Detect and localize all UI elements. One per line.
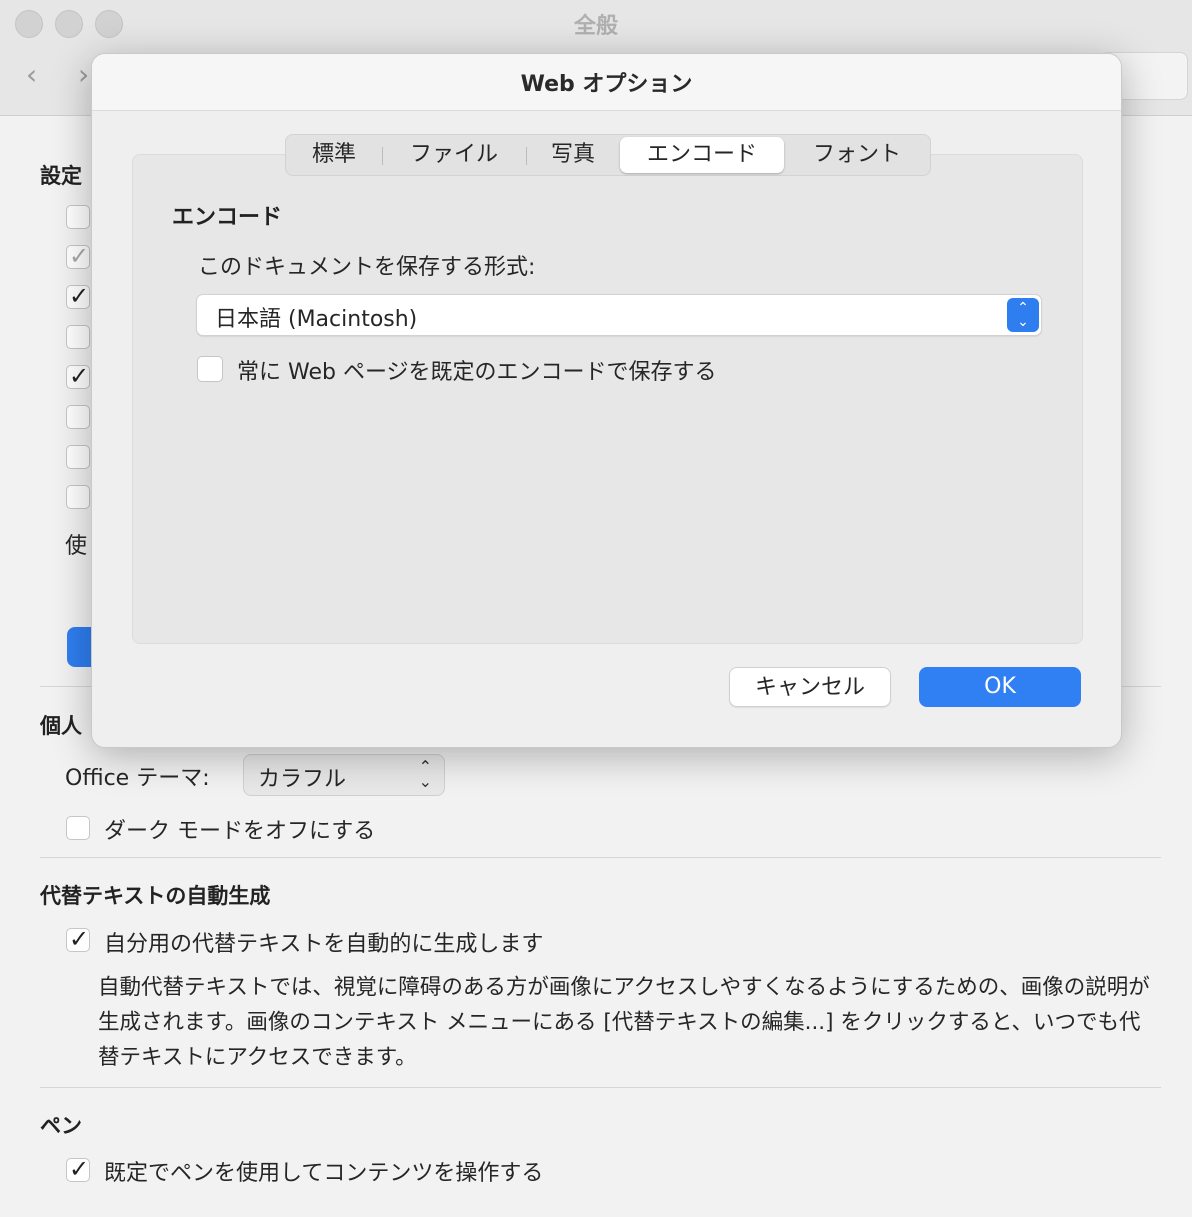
tab-font[interactable]: フォント — [786, 137, 928, 173]
settings-checkbox-1[interactable] — [66, 205, 90, 229]
settings-checkbox-7[interactable] — [66, 445, 90, 469]
dialog-titlebar: Web オプション — [92, 54, 1121, 111]
settings-checkbox-6[interactable] — [66, 405, 90, 429]
tab-photo[interactable]: 写真 — [528, 137, 618, 173]
tab-standard[interactable]: 標準 — [288, 137, 380, 173]
settings-heading: 設定 — [40, 164, 82, 188]
dialog-title: Web オプション — [520, 72, 693, 97]
tab-encoding[interactable]: エンコード — [620, 137, 784, 173]
tab-separator — [526, 147, 527, 165]
pen-checkbox[interactable] — [66, 1155, 90, 1183]
pen-heading: ペン — [40, 1114, 82, 1138]
use-label-partial: 使 — [65, 534, 88, 559]
settings-checkbox-2[interactable] — [66, 242, 90, 270]
tab-separator — [382, 147, 383, 165]
window-title: 全般 — [573, 14, 618, 39]
always-default-encoding-label: 常に Web ページを既定のエンコードで保存する — [237, 360, 717, 385]
encoding-select[interactable]: 日本語 (Macintosh) ⌃ ⌄ — [196, 294, 1042, 336]
tab-file[interactable]: ファイル — [384, 137, 524, 173]
dark-mode-checkbox[interactable] — [66, 816, 90, 840]
pen-checkbox-label: 既定でペンを使用してコンテンツを操作する — [104, 1161, 544, 1186]
cancel-button[interactable]: キャンセル — [729, 667, 891, 707]
save-format-label: このドキュメントを保存する形式: — [198, 255, 536, 280]
settings-checkbox-5[interactable] — [66, 362, 90, 390]
alt-text-heading: 代替テキストの自動生成 — [40, 884, 271, 908]
back-button[interactable]: ‹ — [26, 58, 37, 91]
settings-checkbox-4[interactable] — [66, 325, 90, 349]
office-theme-label: Office テーマ: — [65, 766, 210, 791]
dark-mode-label: ダーク モードをオフにする — [104, 819, 376, 844]
web-options-dialog: Web オプション 標準 ファイル 写真 エンコード フォント エンコード この… — [91, 53, 1122, 748]
settings-checkbox-8[interactable] — [66, 485, 90, 509]
divider — [40, 857, 1161, 858]
alt-text-checkbox[interactable] — [66, 925, 90, 953]
alt-text-checkbox-label: 自分用の代替テキストを自動的に生成します — [104, 932, 544, 957]
settings-checkbox-3[interactable] — [66, 282, 90, 310]
always-default-encoding-checkbox[interactable] — [197, 356, 223, 382]
ok-button[interactable]: OK — [919, 667, 1081, 707]
office-theme-select[interactable]: カラフル ⌃ ⌄ — [243, 754, 445, 796]
personal-heading: 個人 — [40, 714, 82, 738]
chevron-updown-icon: ⌃ ⌄ — [418, 757, 432, 791]
forward-button[interactable]: › — [78, 58, 89, 91]
divider — [40, 1087, 1161, 1088]
encoding-value: 日本語 (Macintosh) — [215, 307, 418, 332]
chevron-updown-icon: ⌃ ⌄ — [1007, 298, 1039, 332]
office-theme-value: カラフル — [258, 767, 347, 792]
encoding-section-title: エンコード — [172, 205, 283, 230]
tab-bar: 標準 ファイル 写真 エンコード フォント — [285, 134, 931, 176]
alt-text-description: 自動代替テキストでは、視覚に障碍のある方が画像にアクセスしやすくなるようにするた… — [98, 975, 1150, 1070]
